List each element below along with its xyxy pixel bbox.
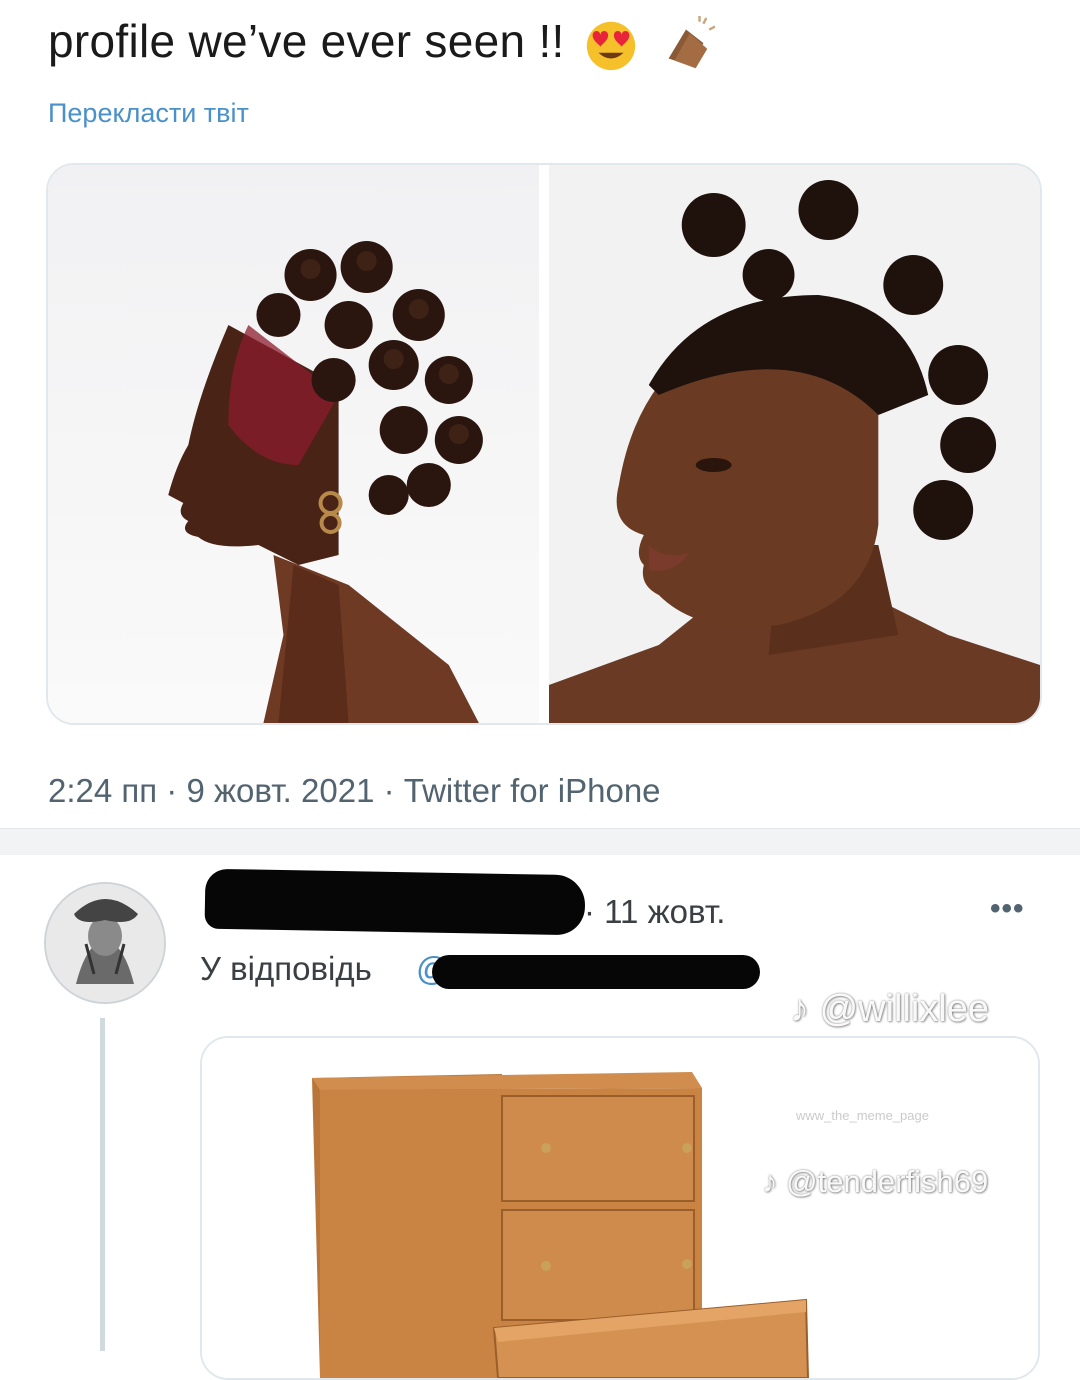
redacted-reply-handle (432, 955, 760, 989)
watermark-secondary-text: @tenderfish69 (786, 1164, 989, 1199)
heart-eyes-emoji-icon (586, 21, 635, 70)
clapping-hands-emoji-icon (668, 15, 715, 69)
reply-date[interactable]: · 11 жовт. (584, 893, 725, 931)
woman-profile-icon (48, 165, 539, 723)
avatar-engraving-icon (46, 884, 164, 1002)
avatar[interactable] (44, 882, 166, 1004)
tiktok-logo-icon: ♪ (790, 988, 809, 1030)
more-icon[interactable]: ••• (990, 892, 1025, 926)
tiktok-logo-icon: ♪ (762, 1164, 778, 1199)
thread-line (100, 1018, 105, 1351)
translate-tweet-link[interactable]: Перекласти твіт (48, 98, 249, 129)
reply-to-label: У відповідь (200, 950, 372, 987)
watermark-primary: ♪ @willixlee (790, 988, 989, 1031)
section-divider (0, 828, 1080, 855)
photo-profile-left[interactable] (48, 165, 539, 723)
tweet-text-content: profile we’ve ever seen !! (48, 15, 565, 67)
tweet-timestamp-source[interactable]: 2:24 пп · 9 жовт. 2021 · Twitter for iPh… (48, 772, 661, 810)
watermark-primary-text: @willixlee (819, 988, 990, 1030)
watermark-tiny: www_the_meme_page (796, 1108, 929, 1123)
tweet-media-grid (46, 163, 1042, 725)
woman-three-quarter-icon (549, 165, 1040, 723)
tweet-text: profile we’ve ever seen !! (48, 14, 715, 74)
watermark-secondary: ♪ @tenderfish69 (762, 1164, 988, 1200)
chest-of-drawers-icon (202, 1038, 1038, 1378)
redacted-username (204, 868, 586, 936)
reply-media[interactable] (200, 1036, 1040, 1380)
photo-profile-right[interactable] (549, 165, 1040, 723)
